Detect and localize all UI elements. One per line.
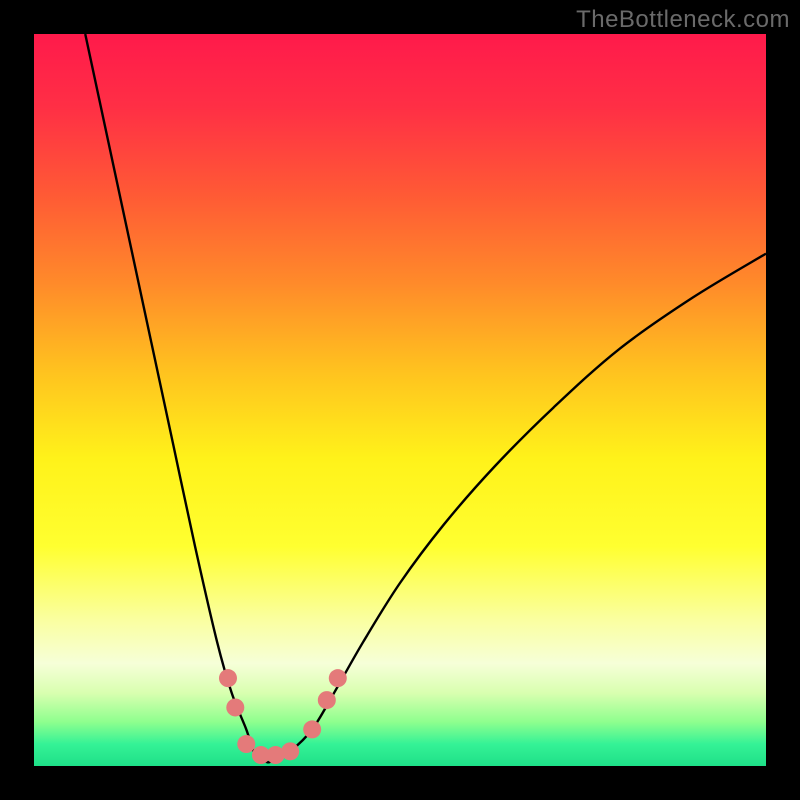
curve-marker [237,735,255,753]
curve-marker [303,720,321,738]
curve-marker [329,669,347,687]
watermark-text: TheBottleneck.com [576,6,790,34]
curve-marker [318,691,336,709]
curve-marker [281,742,299,760]
curve-marker [219,669,237,687]
chart-curve [34,34,766,766]
curve-marker [226,698,244,716]
chart-plot-area [34,34,766,766]
